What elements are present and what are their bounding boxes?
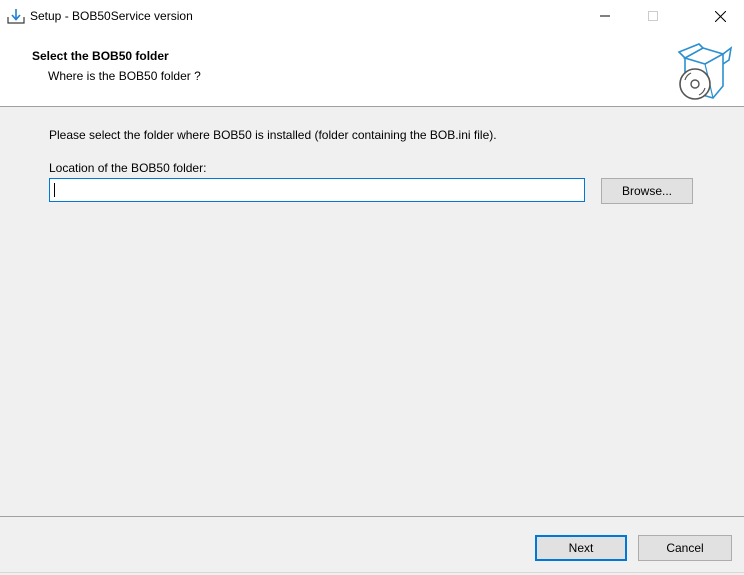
- minimize-button[interactable]: [582, 0, 628, 32]
- wizard-content: Please select the folder where BOB50 is …: [0, 107, 744, 516]
- instruction-text: Please select the folder where BOB50 is …: [49, 128, 497, 142]
- maximize-button: [630, 0, 676, 32]
- setup-install-icon: [7, 8, 25, 24]
- maximize-icon: [648, 11, 658, 21]
- close-button[interactable]: [697, 0, 743, 32]
- wizard-header: Select the BOB50 folder Where is the BOB…: [0, 32, 744, 107]
- close-icon: [715, 11, 726, 22]
- folder-location-label: Location of the BOB50 folder:: [49, 161, 207, 175]
- software-box-disc-icon: [673, 40, 733, 102]
- folder-path-input[interactable]: [49, 178, 585, 202]
- cancel-button[interactable]: Cancel: [638, 535, 732, 561]
- page-subtitle: Where is the BOB50 folder ?: [48, 69, 201, 83]
- footer-divider: [0, 572, 744, 573]
- window-title: Setup - BOB50Service version: [30, 9, 193, 23]
- next-button[interactable]: Next: [535, 535, 627, 561]
- wizard-footer: Next Cancel: [0, 516, 744, 575]
- minimize-icon: [600, 15, 610, 17]
- title-bar: Setup - BOB50Service version: [0, 0, 744, 32]
- text-caret: [54, 183, 55, 197]
- browse-button[interactable]: Browse...: [601, 178, 693, 204]
- page-title: Select the BOB50 folder: [32, 49, 169, 63]
